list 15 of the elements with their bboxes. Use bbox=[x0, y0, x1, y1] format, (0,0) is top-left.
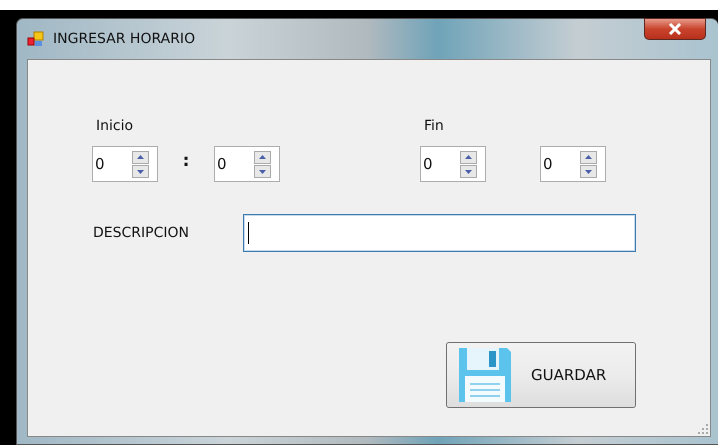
number-spinner[interactable]: 0 bbox=[214, 146, 280, 182]
close-icon bbox=[668, 23, 682, 35]
resize-grip-icon[interactable] bbox=[698, 424, 708, 434]
number-spinner[interactable]: 0 bbox=[92, 146, 158, 182]
description-field[interactable] bbox=[243, 214, 636, 252]
time-separator: : bbox=[182, 151, 190, 171]
end-label: Fin bbox=[424, 118, 445, 134]
window-title: INGRESAR HORARIO bbox=[53, 31, 196, 47]
number-spinner[interactable]: 0 bbox=[420, 146, 486, 182]
description-label: DESCRIPCION bbox=[93, 225, 190, 241]
close-button[interactable] bbox=[644, 18, 706, 40]
save-button[interactable]: GUARDAR bbox=[446, 342, 636, 408]
start-label: Inicio bbox=[96, 118, 134, 134]
number-spinner[interactable]: 0 bbox=[540, 146, 606, 182]
app-icon bbox=[27, 31, 45, 47]
